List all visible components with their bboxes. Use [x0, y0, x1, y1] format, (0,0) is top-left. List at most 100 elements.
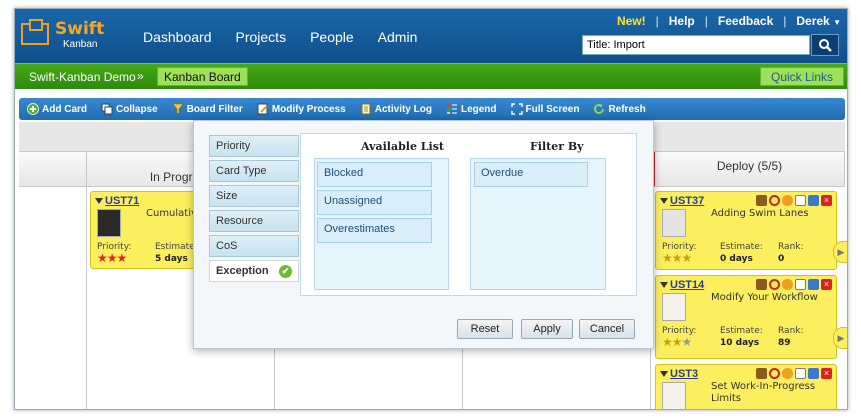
- collapse-triangle-icon[interactable]: [95, 198, 103, 204]
- refresh-label: Refresh: [608, 103, 646, 115]
- link-icon[interactable]: [808, 195, 819, 206]
- available-list-title: Available List: [361, 140, 444, 153]
- nav-dashboard[interactable]: Dashboard: [143, 29, 212, 45]
- cancel-button[interactable]: Cancel: [579, 319, 635, 339]
- logo[interactable]: Swift Kanban: [21, 19, 111, 53]
- list-item[interactable]: Overestimates: [317, 218, 432, 243]
- filter-icon: [172, 103, 184, 115]
- board-filter-label: Board Filter: [186, 103, 243, 115]
- card-id[interactable]: UST71: [105, 195, 139, 207]
- tab-card-type[interactable]: Card Type: [209, 160, 299, 182]
- breadcrumb-project[interactable]: Swift-Kanban Demo: [29, 70, 136, 84]
- collapse-button[interactable]: Collapse: [101, 103, 158, 115]
- fullscreen-icon: [510, 103, 523, 115]
- link-icon[interactable]: [808, 279, 819, 290]
- briefcase-icon[interactable]: [756, 368, 767, 379]
- add-card-button[interactable]: Add Card: [27, 103, 87, 115]
- refresh-button[interactable]: Refresh: [593, 103, 646, 115]
- legend-button[interactable]: Legend: [446, 103, 497, 115]
- nav-projects[interactable]: Projects: [236, 29, 287, 45]
- user-menu[interactable]: Derek ▼: [796, 14, 841, 28]
- kanban-card[interactable]: UST3 × Set Work-In-Progress Limits: [655, 364, 837, 409]
- card-title: Modify Your Workflow: [711, 292, 818, 303]
- blocked-icon[interactable]: [769, 368, 780, 379]
- avatar: [662, 209, 686, 237]
- activity-log-button[interactable]: Activity Log: [360, 103, 432, 115]
- card-id[interactable]: UST3: [670, 368, 698, 380]
- blocked-icon[interactable]: [769, 279, 780, 290]
- card-id[interactable]: UST37: [670, 195, 704, 207]
- filter-by-list[interactable]: Overdue: [470, 158, 606, 290]
- comment-icon[interactable]: [782, 368, 793, 379]
- logo-mark-inner-icon: [29, 19, 43, 31]
- card-actions: ×: [756, 195, 832, 206]
- legend-label: Legend: [460, 103, 497, 115]
- list-item[interactable]: Blocked: [317, 162, 432, 187]
- card-expand-arrow[interactable]: ▶: [833, 241, 847, 263]
- board-toolbar: Add Card Collapse Board Filter Modify Pr…: [19, 98, 845, 120]
- full-screen-button[interactable]: Full Screen: [510, 103, 579, 115]
- collapse-triangle-icon[interactable]: [660, 198, 668, 204]
- apply-button[interactable]: Apply: [521, 319, 573, 339]
- tab-cos[interactable]: CoS: [209, 235, 299, 257]
- briefcase-icon[interactable]: [756, 279, 767, 290]
- card-id[interactable]: UST14: [670, 279, 704, 291]
- rank-value: 89: [778, 338, 791, 348]
- nav-admin[interactable]: Admin: [378, 29, 418, 45]
- logo-subtext: Kanban: [63, 39, 98, 50]
- link-icon[interactable]: [808, 368, 819, 379]
- estimate-value: 10 days: [720, 338, 760, 348]
- priority-stars: ★★★: [97, 251, 127, 265]
- delete-icon[interactable]: ×: [821, 279, 832, 290]
- estimate-label: Estimate: [155, 242, 195, 252]
- avatar: [662, 293, 686, 321]
- modify-process-button[interactable]: Modify Process: [257, 103, 346, 115]
- avatar: [97, 209, 121, 237]
- user-name: Derek: [796, 14, 830, 28]
- list-item[interactable]: Unassigned: [317, 190, 432, 215]
- modify-icon: [257, 103, 268, 115]
- help-link[interactable]: Help: [669, 14, 695, 28]
- card-title: Set Work-In-Progress Limits: [711, 381, 816, 404]
- board-filter-button[interactable]: Board Filter: [172, 103, 243, 115]
- comment-icon[interactable]: [782, 279, 793, 290]
- priority-stars: ★★★: [662, 251, 692, 265]
- kanban-card[interactable]: UST37 × Adding Swim Lanes Priority: Esti…: [655, 191, 837, 270]
- legend-icon: [446, 104, 457, 114]
- search-button[interactable]: [811, 34, 839, 56]
- new-link[interactable]: New!: [617, 14, 646, 28]
- blocked-icon[interactable]: [769, 195, 780, 206]
- tab-priority[interactable]: Priority: [209, 135, 299, 157]
- tab-resource[interactable]: Resource: [209, 210, 299, 232]
- delete-icon[interactable]: ×: [821, 195, 832, 206]
- tab-size[interactable]: Size: [209, 185, 299, 207]
- modify-process-label: Modify Process: [271, 103, 346, 115]
- log-icon: [361, 103, 371, 115]
- chevron-down-icon: ▼: [833, 18, 841, 27]
- search-icon: [819, 39, 832, 52]
- list-item[interactable]: Overdue: [474, 162, 588, 187]
- tab-exception[interactable]: Exception ✔: [209, 260, 299, 282]
- edit-icon[interactable]: [795, 279, 806, 290]
- breadcrumb-current: Kanban Board: [157, 67, 248, 86]
- reset-button[interactable]: Reset: [457, 319, 513, 339]
- available-list[interactable]: Blocked Unassigned Overestimates: [314, 158, 449, 290]
- delete-icon[interactable]: ×: [821, 368, 832, 379]
- collapse-triangle-icon[interactable]: [660, 371, 668, 377]
- collapse-icon: [101, 103, 113, 115]
- card-expand-arrow[interactable]: ▶: [833, 327, 847, 349]
- edit-icon[interactable]: [795, 195, 806, 206]
- feedback-link[interactable]: Feedback: [718, 14, 773, 28]
- quick-links-button[interactable]: Quick Links: [760, 67, 844, 86]
- collapse-triangle-icon[interactable]: [660, 282, 668, 288]
- comment-icon[interactable]: [782, 195, 793, 206]
- edit-icon[interactable]: [795, 368, 806, 379]
- briefcase-icon[interactable]: [756, 195, 767, 206]
- search-input[interactable]: Title: Import: [582, 35, 810, 55]
- top-links: New! | Help | Feedback | Derek ▼: [617, 14, 841, 28]
- top-header: Swift Kanban Dashboard Projects People A…: [15, 9, 847, 63]
- nav-people[interactable]: People: [310, 29, 354, 45]
- rank-label: Rank:: [778, 242, 804, 252]
- kanban-card[interactable]: UST14 × Modify Your Workflow Priority: E…: [655, 275, 837, 359]
- rank-label: Rank:: [778, 326, 804, 336]
